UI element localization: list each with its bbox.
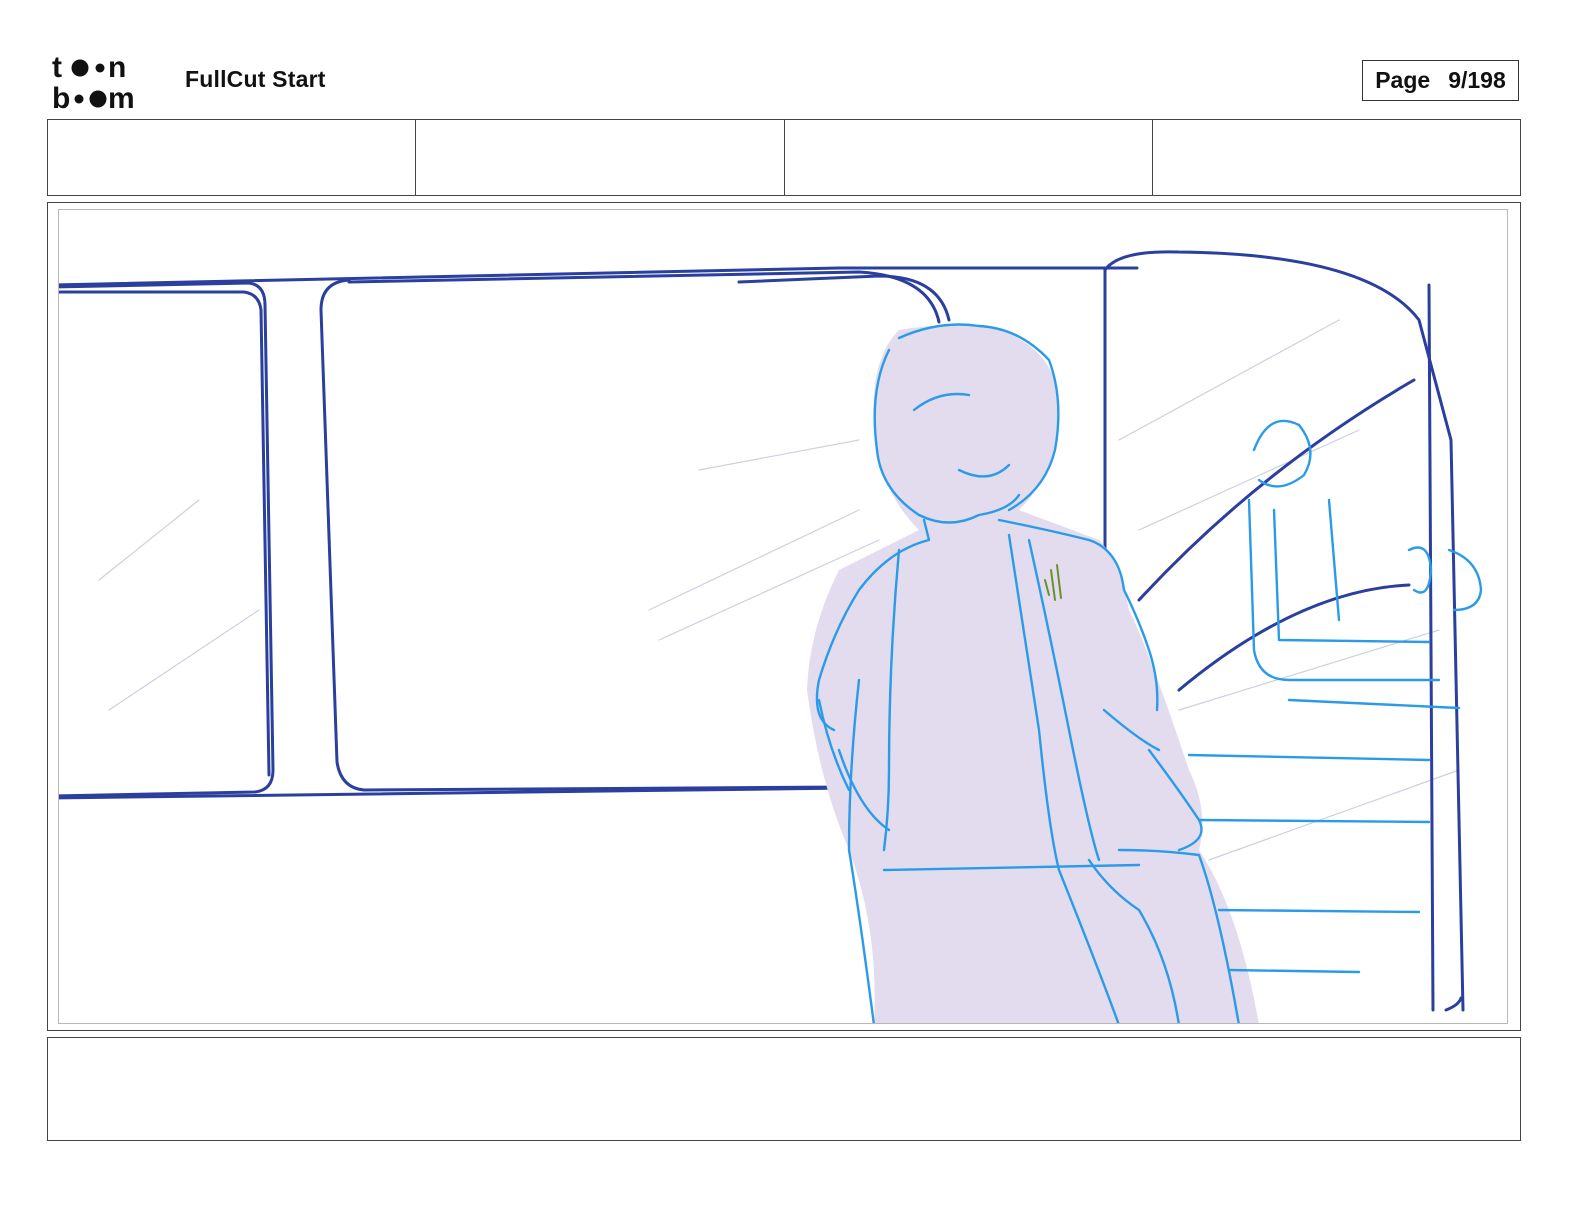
info-cell-2[interactable] (416, 120, 785, 195)
page-number: 9/198 (1448, 67, 1506, 93)
info-cell-3[interactable] (785, 120, 1153, 195)
project-title: FullCut Start (185, 66, 326, 92)
page-label: Page (1375, 67, 1431, 93)
info-cell-4[interactable] (1153, 120, 1520, 195)
svg-text:t: t (52, 51, 62, 84)
page-indicator: Page 9/198 (1362, 60, 1519, 101)
svg-text:n: n (108, 51, 126, 84)
svg-text:b: b (52, 82, 70, 112)
sketch-drawing (59, 250, 1483, 1023)
svg-text:m: m (108, 82, 135, 112)
panel-info-row (47, 119, 1521, 196)
panel-notes-box[interactable] (47, 1037, 1521, 1141)
toon-boom-logo: t n b m (50, 50, 162, 115)
info-cell-1[interactable] (48, 120, 417, 195)
storyboard-panel-image[interactable] (58, 209, 1508, 1024)
